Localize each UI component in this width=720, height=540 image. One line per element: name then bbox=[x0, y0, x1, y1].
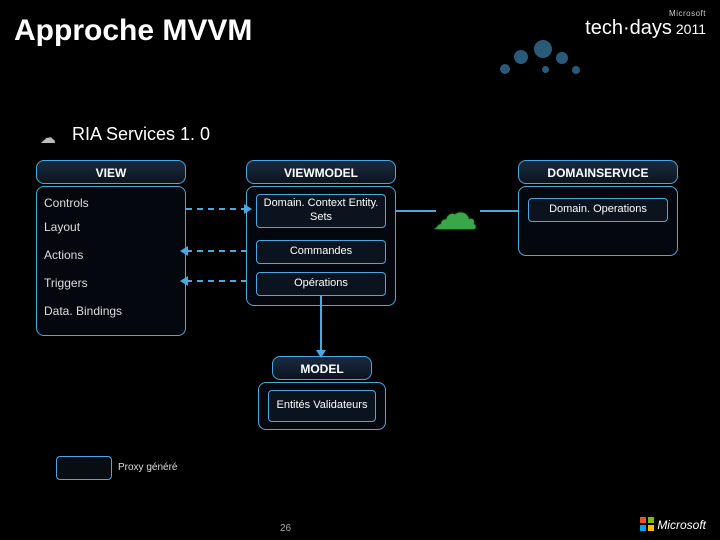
arrow-controls-to-domaincontext bbox=[186, 208, 246, 210]
viewmodel-commandes: Commandes bbox=[256, 240, 386, 264]
footer-brand: Microsoft bbox=[640, 517, 706, 532]
legend-proxy-label: Proxy généré bbox=[118, 462, 177, 473]
footer-brand-text: Microsoft bbox=[657, 518, 706, 532]
viewmodel-operations: Opérations bbox=[256, 272, 386, 296]
arrow-head-icon bbox=[180, 246, 188, 256]
domainservice-operations: Domain. Operations bbox=[528, 198, 668, 222]
model-entities: Entités Validateurs bbox=[268, 390, 376, 422]
logo-year: 2011 bbox=[676, 22, 706, 36]
domainservice-header: DOMAINSERVICE bbox=[518, 160, 678, 184]
arrow-operations-to-model bbox=[320, 296, 322, 352]
legend-proxy-swatch bbox=[56, 456, 112, 480]
viewmodel-domaincontext: Domain. Context Entity. Sets bbox=[256, 194, 386, 228]
microsoft-flag-icon bbox=[640, 517, 654, 531]
arrow-cloud-to-ds bbox=[480, 210, 518, 212]
view-item-triggers: Triggers bbox=[44, 276, 88, 290]
viewmodel-header: VIEWMODEL bbox=[246, 160, 396, 184]
slide-title: Approche MVVM bbox=[14, 14, 252, 48]
slide-subtitle: RIA Services 1. 0 bbox=[72, 124, 210, 145]
decorative-dots bbox=[490, 30, 610, 80]
arrow-operations-to-triggers bbox=[186, 280, 246, 282]
arrow-vm-to-cloud bbox=[396, 210, 436, 212]
arrow-head-icon bbox=[316, 350, 326, 358]
arrow-commandes-to-actions bbox=[186, 250, 246, 252]
slide-number: 26 bbox=[280, 523, 291, 534]
arrow-head-icon bbox=[180, 276, 188, 286]
model-header: MODEL bbox=[272, 356, 372, 380]
arrow-head-icon bbox=[244, 204, 252, 214]
view-item-databindings: Data. Bindings bbox=[44, 304, 122, 318]
view-item-controls: Controls bbox=[44, 196, 89, 210]
view-item-actions: Actions bbox=[44, 248, 83, 262]
diagram-canvas: VIEW Controls Layout Actions Triggers Da… bbox=[0, 160, 720, 490]
view-item-layout: Layout bbox=[44, 220, 80, 234]
cloud-icon: ☁ bbox=[432, 190, 478, 236]
view-header: VIEW bbox=[36, 160, 186, 184]
cloud-bullet-icon: ☁ bbox=[40, 128, 56, 148]
